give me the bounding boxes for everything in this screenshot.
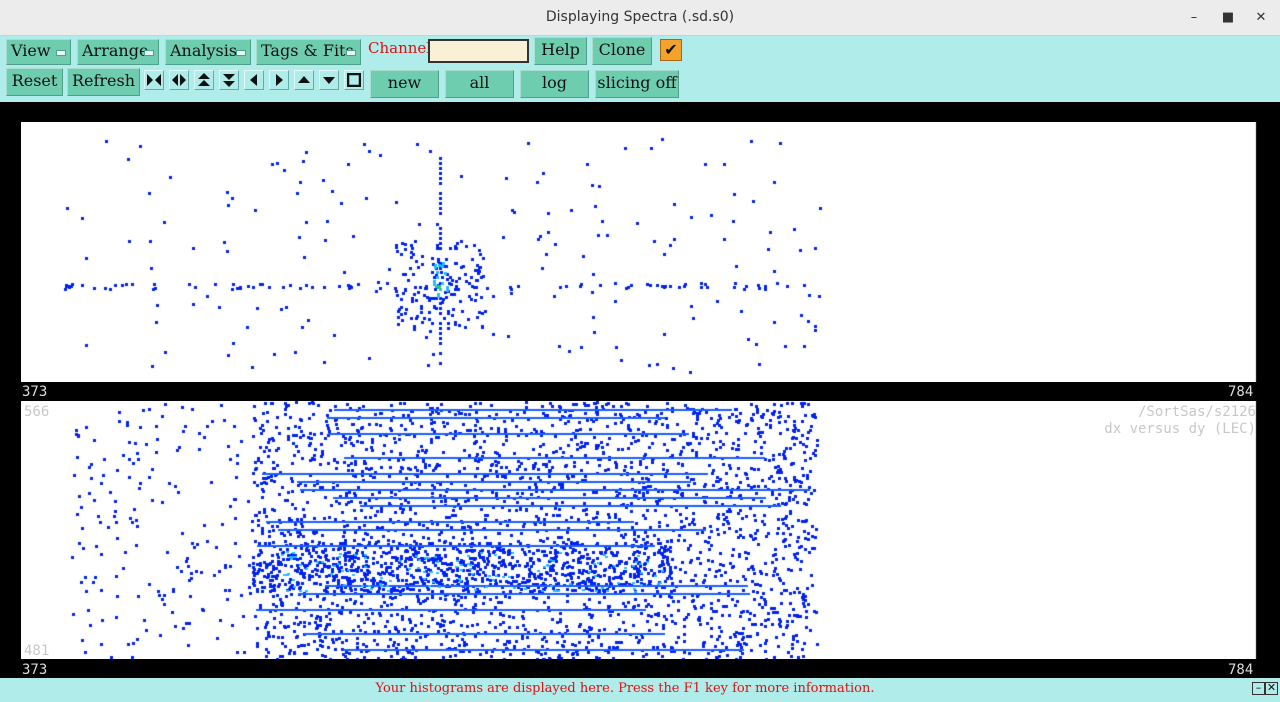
first-icon[interactable] [144,70,164,90]
top-x-min-label: 373 [22,384,48,400]
up-icon[interactable] [294,70,314,90]
spectrum-title: dx versus dy (LEC) [1104,421,1256,437]
status-bar: Your histograms are displayed here. Pres… [0,678,1280,702]
dropdown-icon [144,50,154,56]
view-menu[interactable]: View [6,39,71,65]
y-max-label: 566 [24,404,50,420]
close-icon[interactable]: ✕ [1265,682,1278,695]
channel-input[interactable] [428,39,529,63]
clone-button[interactable]: Clone [592,37,652,65]
channel-label: Channel: [368,39,437,57]
window-title: Displaying Spectra (.sd.s0) [545,9,735,25]
dropdown-icon [236,50,246,56]
bottom-x-min-label: 373 [22,662,48,678]
bottom-spectrum-plot[interactable]: 566 481 /SortSas/s2126 dx versus dy (LEC… [21,401,1260,659]
slicing-button[interactable]: slicing off [595,70,679,98]
new-button[interactable]: new [370,70,439,98]
view-menu-label: View [11,41,51,60]
close-icon[interactable]: ✕ [1251,8,1271,28]
bottom-x-max-label: 784 [1228,662,1254,678]
checkbox[interactable]: ✔ [660,39,682,61]
title-bar: Displaying Spectra (.sd.s0) – ■ ✕ [0,0,1280,36]
arrange-menu[interactable]: Arrange [77,39,159,65]
bottom-spectrum-canvas [21,401,1260,659]
tags-fits-menu[interactable]: Tags & Fits [256,39,361,65]
expand-horizontal-icon[interactable] [169,70,189,90]
left-icon[interactable] [244,70,264,90]
log-button[interactable]: log [520,70,589,98]
arrange-menu-label: Arrange [82,41,149,60]
all-button[interactable]: all [445,70,514,98]
stop-icon[interactable] [344,70,364,90]
y-min-label: 481 [24,643,50,659]
reset-button[interactable]: Reset [6,68,63,96]
analysis-menu[interactable]: Analysis [165,39,251,65]
help-button[interactable]: Help [534,37,587,65]
check-icon: ✔ [664,40,678,59]
dropdown-icon [346,50,356,56]
top-x-max-label: 784 [1228,384,1254,400]
analysis-menu-label: Analysis [170,41,238,60]
spectra-display: 373 784 566 481 /SortSas/s2126 dx versus… [0,102,1280,678]
minimize-icon[interactable]: – [1252,682,1265,695]
top-spectrum-plot[interactable] [21,122,1260,382]
refresh-button[interactable]: Refresh [67,68,140,96]
tags-fits-menu-label: Tags & Fits [261,41,354,60]
expand-up-icon[interactable] [194,70,214,90]
top-spectrum-canvas [21,122,1260,382]
expand-down-icon[interactable] [219,70,239,90]
down-icon[interactable] [319,70,339,90]
maximize-icon[interactable]: ■ [1218,8,1238,28]
toolbar: View Arrange Analysis Tags & Fits Channe… [0,36,1280,102]
dropdown-icon [56,50,66,56]
right-icon[interactable] [269,70,289,90]
status-message: Your histograms are displayed here. Pres… [375,681,875,696]
minimize-icon[interactable]: – [1184,8,1204,28]
spectrum-path: /SortSas/s2126 [1137,404,1256,420]
